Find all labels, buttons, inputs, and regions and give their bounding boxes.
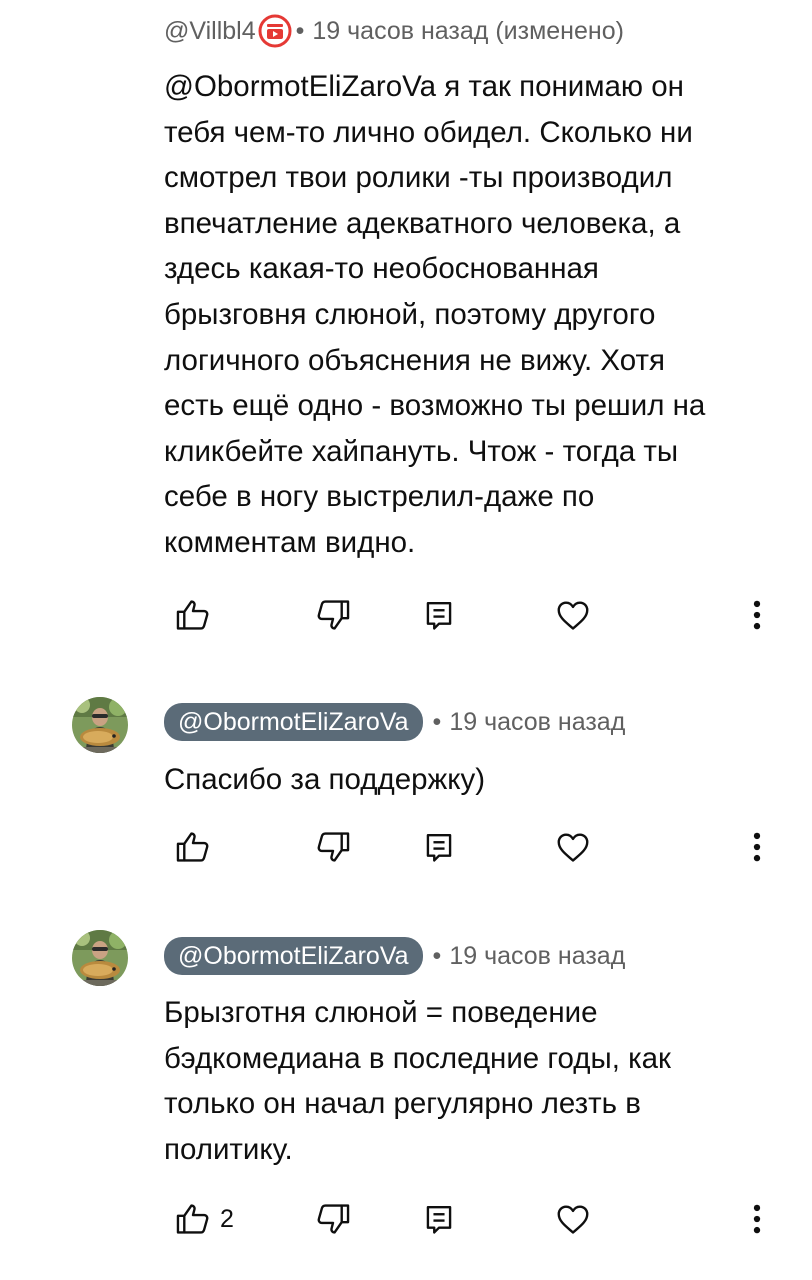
more-options-button[interactable] [746,1194,768,1244]
more-vert-icon [753,1204,761,1234]
author-name-pill[interactable]: @ObormotEliZaroVa [164,937,423,975]
reply-button[interactable] [420,822,458,872]
comment-actions: 2 [0,1194,812,1244]
more-vert-icon [753,600,761,630]
avatar[interactable] [72,930,128,986]
comment-header: @ObormotEliZaroVa • 19 часов назад [164,937,625,975]
heart-button[interactable] [554,1194,592,1244]
author-name[interactable]: @Villbl4 [164,17,256,46]
more-vert-icon [753,832,761,862]
comment-text-line: тебя чем-то лично обидел. Сколько ни [164,115,693,149]
separator: • [295,16,305,45]
comment-text-line: смотрел твои ролики -ты производил [164,161,673,195]
comment-text-line: есть ещё одно - возможно ты решил на [164,389,706,423]
comment-header: @Villbl4 • 19 часов назад (изменено) [164,14,624,48]
more-options-button[interactable] [746,822,768,872]
thumb-down-icon [317,1204,350,1234]
reply-icon [426,601,452,630]
comment-time[interactable]: 19 часов назад [449,942,625,971]
comment-text: @ObormotEliZaroVa я так понимаю он тебя … [164,64,784,566]
heart-icon [557,833,589,862]
comment-text-line: @ObormotEliZaroVa я так понимаю он [164,70,684,103]
comment-text-line: Спасибо за поддержку) [164,763,486,796]
comment-time[interactable]: 19 часов назад [449,708,625,737]
separator: • [432,707,442,736]
dislike-button[interactable] [314,590,352,640]
comment-text-line: здесь какая-то необоснованная [164,252,599,286]
reply-button[interactable] [420,1194,458,1244]
heart-icon [557,601,589,630]
heart-button[interactable] [554,822,592,872]
heart-icon [557,1205,589,1234]
like-button[interactable] [174,822,220,872]
dislike-button[interactable] [314,822,352,872]
comment-text-line: бэдкомедиана в последние годы, как [164,1041,671,1075]
author-name-pill[interactable]: @ObormotEliZaroVa [164,703,423,741]
separator: • [432,941,442,970]
like-button[interactable]: 2 [174,1194,234,1244]
comment-text-line: себе в ногу выстрелил-даже по [164,480,595,514]
like-button[interactable] [174,590,220,640]
comment-text-line: комментам видно. [164,525,416,559]
dislike-button[interactable] [314,1194,352,1244]
comment-text-line: кликбейте хайпануть. Чтож - тогда ты [164,434,679,468]
comment-actions [0,822,812,872]
more-options-button[interactable] [746,590,768,640]
reply-icon [426,1205,452,1234]
comment-time[interactable]: 19 часов назад (изменено) [312,17,624,46]
comment-text-line: только он начал регулярно лезть в [164,1087,641,1121]
comment-text: Брызготня слюной = поведение бэдкомедиан… [164,990,784,1172]
like-count: 2 [220,1204,234,1233]
thumb-up-icon [176,832,209,862]
member-badge-icon [258,14,292,48]
comment-text-line: брызговня слюной, поэтому другого [164,297,656,331]
comment-text-line: Брызготня слюной = поведение [164,996,598,1029]
reply-button[interactable] [420,590,458,640]
avatar[interactable] [72,697,128,753]
comment-header: @ObormotEliZaroVa • 19 часов назад [164,703,625,741]
heart-button[interactable] [554,590,592,640]
comment-text-line: политику. [164,1132,293,1166]
comment-text-line: впечатление адекватного человека, а [164,206,681,240]
thumb-up-icon [176,1204,209,1234]
comment-text-line: логичного объяснения не вижу. Хотя [164,343,665,377]
reply-icon [426,833,452,862]
thumb-up-icon [176,600,209,630]
comment-actions [0,590,812,640]
comment-text: Спасибо за поддержку) [164,757,784,803]
thumb-down-icon [317,600,350,630]
thumb-down-icon [317,832,350,862]
